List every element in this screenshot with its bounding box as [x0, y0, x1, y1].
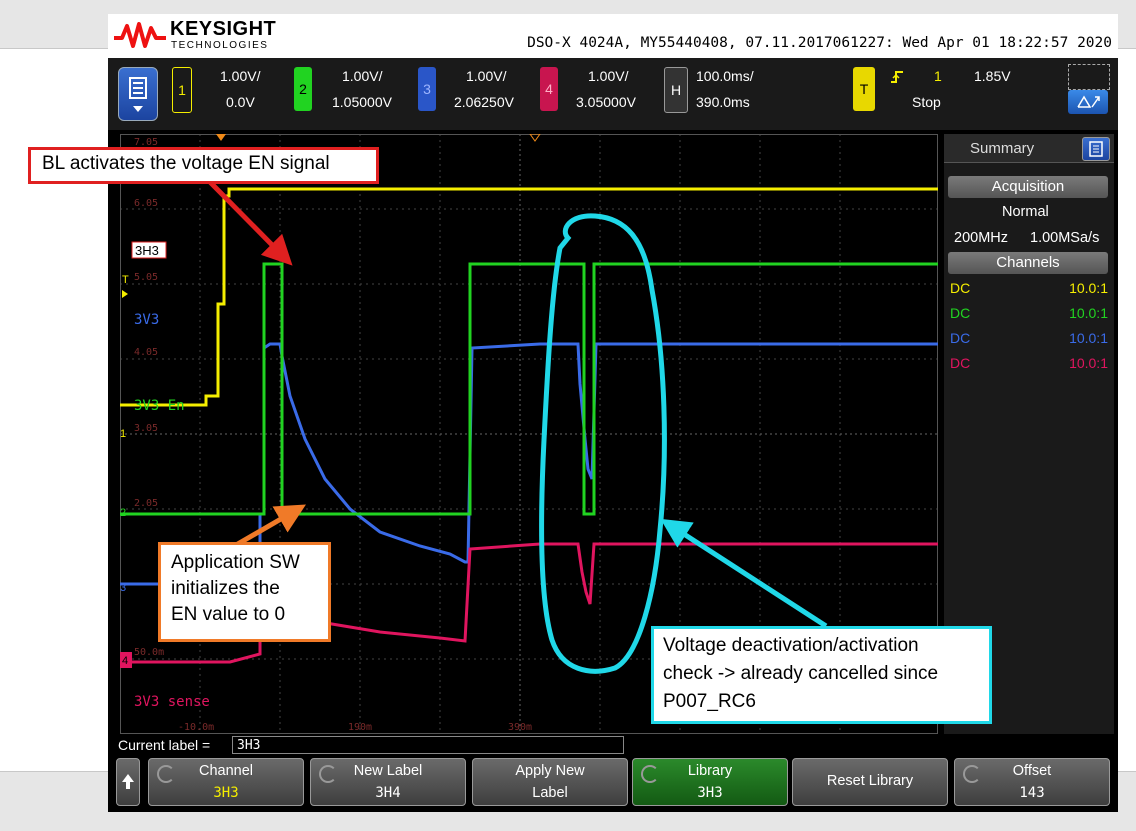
orange-arrow	[234, 504, 306, 548]
highlight-ellipse	[539, 213, 667, 674]
annotation-text: initializes the	[171, 578, 280, 599]
annotation-bl-activates: BL activates the voltage EN signal	[28, 147, 379, 184]
annotation-text: Voltage deactivation/activation	[663, 635, 919, 656]
cyan-arrow	[660, 518, 828, 629]
annotation-text: check -> already cancelled since	[663, 663, 939, 684]
annotation-text: EN value to 0	[171, 604, 286, 625]
annotation-text: Application SW	[171, 552, 300, 573]
annotation-voltage-check: Voltage deactivation/activation check ->…	[651, 626, 992, 724]
annotation-text: BL activates the voltage EN signal	[42, 153, 330, 174]
red-arrow	[208, 180, 293, 266]
annotation-application-sw: Application SW initializes the EN value …	[158, 542, 331, 642]
annotation-text: P007_RC6	[663, 691, 756, 712]
